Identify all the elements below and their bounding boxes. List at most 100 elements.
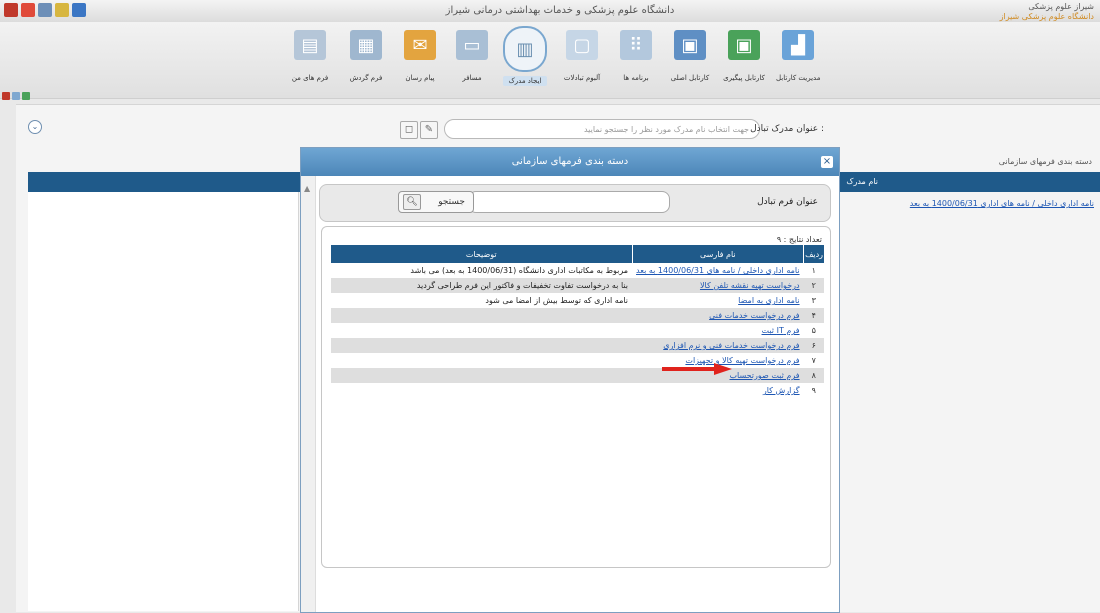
quick-access-toolbar — [4, 3, 86, 17]
row-desc — [330, 368, 633, 383]
table-row[interactable]: ۸ فرم ثبت صورتحساب — [330, 368, 824, 383]
ribbon-messenger-button[interactable]: ✉ پیام رسان — [398, 30, 442, 82]
edit-icon[interactable]: ✎ — [420, 121, 438, 139]
row-num: ۸ — [803, 368, 824, 383]
ribbon-label: آلبوم تبادلات — [563, 74, 601, 82]
ribbon-my-forms-button[interactable]: ▤ فرم های من — [288, 30, 332, 82]
forms-modal: دسته بندی فرمهای سازمانی × ▲ عنوان فرم ت… — [300, 147, 840, 613]
chart-icon: ▟ — [782, 30, 814, 60]
ribbon-label: مدیریت کارتابل — [776, 74, 821, 82]
row-link[interactable]: درخواست تهیه نقشه تلفن کالا — [700, 281, 800, 290]
flag-icon[interactable] — [21, 3, 35, 17]
results-panel: تعداد نتایج : ۹ ردیف نام فارسی توضیحات ۱… — [321, 226, 831, 568]
close-icon[interactable] — [2, 92, 10, 100]
app-logo-icon — [4, 3, 18, 17]
ribbon-followup-cartable-button[interactable]: ▣ کارتابل پیگیری — [722, 30, 766, 82]
row-link[interactable]: نامه اداری به امضا — [738, 296, 799, 305]
star-icon[interactable] — [55, 3, 69, 17]
mail-icon: ✉ — [404, 30, 436, 60]
ribbon-create-document-button[interactable]: ▥ ایجاد مدرک — [503, 26, 547, 86]
ribbon-exchange-album-button[interactable]: ▢ آلبوم تبادلات — [560, 30, 604, 82]
refresh-icon[interactable] — [22, 92, 30, 100]
user-icon[interactable] — [72, 3, 86, 17]
ribbon-toolbar: ▤ فرم های من ▦ فرم گردش ✉ پیام رسان ▭ مس… — [0, 22, 1100, 99]
right-header-label: نام مدرک — [846, 177, 878, 186]
table-row[interactable]: ۴ فرم درخواست خدمات فنی — [330, 308, 824, 323]
window-titlebar: دانشگاه علوم پزشکی و خدمات بهداشتی درمان… — [0, 0, 1100, 23]
document-icon: ▥ — [503, 26, 547, 72]
modal-scrollbar[interactable]: ▲ — [301, 176, 316, 612]
clear-icon[interactable]: ◻ — [400, 121, 418, 139]
user-info-line1: شیراز علوم پزشکی — [1028, 2, 1094, 11]
side-tools — [2, 92, 30, 100]
collapse-icon[interactable]: ⌄ — [28, 120, 42, 134]
ribbon-manage-cartable-button[interactable]: ▟ مدیریت کارتابل — [776, 30, 820, 82]
ribbon-label: فرم های من — [291, 74, 329, 82]
ribbon-programs-button[interactable]: ⠿ برنامه ها — [614, 30, 658, 82]
row-link[interactable]: فرم درخواست خدمات فنی و نرم افزاری — [663, 341, 799, 350]
window-icon[interactable] — [38, 3, 52, 17]
row-num: ۶ — [803, 338, 824, 353]
annotation-arrow-icon — [662, 363, 732, 375]
search-button[interactable]: 🔍︎ جستجو — [398, 191, 474, 213]
row-link[interactable]: فرم ثبت صورتحساب — [730, 371, 800, 380]
row-num: ۴ — [803, 308, 824, 323]
table-header-row: ردیف نام فارسی توضیحات — [330, 245, 824, 263]
results-table: ردیف نام فارسی توضیحات ۱ نامه اداری داخلی… — [330, 245, 824, 398]
right-section-title: دسته بندی فرمهای سازمانی — [998, 157, 1092, 166]
inbox-icon: ▣ — [728, 30, 760, 60]
modal-title: دسته بندی فرمهای سازمانی — [511, 156, 629, 167]
ribbon-label: ایجاد مدرک — [503, 76, 547, 86]
row-link[interactable]: فرم درخواست خدمات فنی — [709, 311, 799, 320]
row-desc: بنا به درخواست تفاوت تخفیفات و فاکتور ای… — [330, 278, 633, 293]
col-name: نام فارسی — [631, 245, 804, 263]
ribbon-traveler-button[interactable]: ▭ مسافر — [450, 30, 494, 82]
ribbon-label: پیام رسان — [405, 74, 435, 82]
row-num: ۹ — [811, 386, 816, 395]
folder-icon: ▢ — [566, 30, 598, 60]
document-search-input[interactable]: جهت انتخاب نام مدرک مورد نظر را جستجو نم… — [444, 119, 760, 139]
document-search-label: عنوان مدرک تبادل : — [750, 124, 824, 134]
row-desc — [331, 353, 633, 368]
table-row[interactable]: ۵ فرم IT ثبت — [331, 323, 825, 338]
table-row[interactable]: ۲ درخواست تهیه نقشه تلفن کالا بنا به درخوا… — [330, 278, 824, 293]
user-info: شیراز علوم پزشکی دانشگاه علوم پزشکی شیرا… — [1000, 2, 1094, 22]
modal-header: دسته بندی فرمهای سازمانی × — [301, 148, 839, 176]
table-row[interactable]: ۳ نامه اداری به امضا نامه اداری که توسط بی… — [331, 293, 825, 308]
row-desc — [331, 383, 633, 398]
form-search-label: عنوان فرم تبادل — [757, 197, 818, 207]
results-count: تعداد نتایج : ۹ — [776, 235, 822, 244]
scroll-up-icon[interactable]: ▲ — [304, 184, 310, 193]
row-link[interactable]: فرم IT ثبت — [762, 326, 800, 335]
table-row[interactable]: ۶ فرم درخواست خدمات فنی و نرم افزاری — [330, 338, 824, 353]
document-search-row: ◻ ✎ جهت انتخاب نام مدرک مورد نظر را جستج… — [392, 118, 824, 142]
inbox-icon: ▣ — [674, 30, 706, 60]
search-button-label: جستجو — [438, 197, 465, 207]
row-desc — [331, 323, 633, 338]
row-num: ۲ — [803, 278, 824, 293]
ribbon-label: کارتابل پیگیری — [723, 74, 765, 82]
card-icon: ▭ — [456, 30, 488, 60]
user-info-line2: دانشگاه علوم پزشکی شیراز — [999, 12, 1094, 21]
ribbon-label: مسافر — [462, 74, 482, 82]
row-link[interactable]: نامه اداری داخلی / نامه های 1400/06/31 ب… — [636, 266, 800, 275]
row-num: ۵ — [811, 326, 816, 335]
right-document-link[interactable]: نامه اداری داخلی / نامه های اداری 1400/0… — [910, 199, 1094, 208]
row-link[interactable]: گزارش کار — [763, 386, 800, 395]
ribbon-label: کارتابل اصلی — [670, 74, 710, 82]
table-row[interactable]: ۱ نامه اداری داخلی / نامه های 1400/06/31 … — [331, 263, 825, 278]
arrow-shape — [662, 363, 732, 375]
row-desc: نامه اداری که توسط بیش از امضا می شود — [485, 296, 629, 305]
row-desc — [330, 308, 633, 323]
table-row[interactable]: ۷ فرم درخواست تهیه کالا و تجهیزات — [331, 353, 825, 368]
table-row[interactable]: ۹ گزارش کار — [331, 383, 825, 398]
close-icon[interactable]: × — [821, 156, 833, 168]
ribbon-main-cartable-button[interactable]: ▣ کارتابل اصلی — [668, 30, 712, 82]
minimize-icon[interactable] — [12, 92, 20, 100]
calendar-icon: ▦ — [350, 30, 382, 60]
row-num: ۳ — [811, 296, 816, 305]
row-num: ۱ — [811, 266, 816, 275]
form-search-input[interactable] — [468, 191, 670, 213]
ribbon-workflow-button[interactable]: ▦ فرم گردش — [344, 30, 388, 82]
row-num: ۷ — [811, 356, 816, 365]
